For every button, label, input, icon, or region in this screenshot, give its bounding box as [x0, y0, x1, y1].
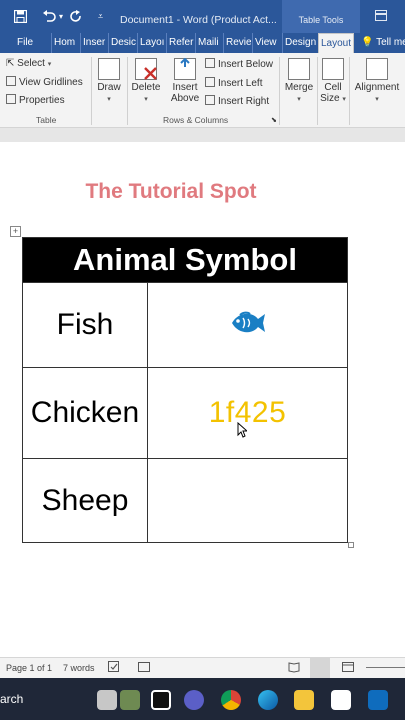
- gridlines-icon: [6, 76, 16, 86]
- properties-button[interactable]: Properties: [6, 93, 65, 109]
- symbol-cell[interactable]: [147, 282, 348, 368]
- chevron-down-icon: ▾: [47, 61, 52, 68]
- symbol-cell[interactable]: 1f425: [147, 367, 348, 459]
- taskbar-search-box[interactable]: arch: [0, 692, 23, 706]
- group-divider: [349, 57, 350, 125]
- delete-table-icon: [135, 58, 157, 80]
- page-count[interactable]: Page 1 of 1: [6, 663, 52, 673]
- chevron-down-icon: ▾: [144, 96, 148, 103]
- app-thumbnail-icon[interactable]: [97, 690, 117, 710]
- ruler-gap: [0, 128, 405, 142]
- chevron-down-icon: ▾: [107, 96, 111, 103]
- table-group-label: Table: [36, 115, 57, 125]
- edge-icon[interactable]: [258, 690, 278, 710]
- chevron-down-icon: ▾: [297, 96, 301, 103]
- ribbon: ⇱ Select ▾ View Gridlines Properties Tab…: [0, 53, 405, 128]
- insert-column-left-icon: [205, 77, 215, 87]
- tab-file[interactable]: File: [17, 33, 39, 53]
- document-heading: The Tutorial Spot: [85, 180, 257, 203]
- undo-dropdown-icon[interactable]: ▾: [59, 12, 63, 21]
- chrome-icon[interactable]: [221, 690, 241, 710]
- alignment-button[interactable]: Alignment ▾: [352, 58, 402, 104]
- tab-design-doc[interactable]: Desic: [108, 33, 136, 53]
- insert-above-button[interactable]: Insert Above: [168, 58, 202, 104]
- table-row: Sheep: [22, 458, 348, 543]
- delete-button[interactable]: Delete ▾: [129, 58, 163, 104]
- tab-view[interactable]: View: [252, 33, 281, 53]
- table-row: Chicken 1f425: [22, 367, 348, 459]
- alignment-icon: [366, 58, 388, 80]
- pencil-table-icon: [98, 58, 120, 80]
- animal-name-cell[interactable]: Chicken: [22, 367, 148, 459]
- windows-taskbar: arch: [0, 678, 405, 720]
- microsoft-store-icon[interactable]: [331, 690, 351, 710]
- animal-symbol-table[interactable]: Animal Symbol Fish Chicken 1f425 Sheep: [22, 237, 348, 543]
- teams-chat-icon[interactable]: [184, 690, 204, 710]
- print-layout-icon[interactable]: [310, 658, 330, 678]
- insert-below-button[interactable]: Insert Below: [205, 57, 273, 73]
- group-divider: [279, 57, 280, 125]
- undo-icon[interactable]: [42, 10, 56, 26]
- symbol-cell[interactable]: [147, 458, 348, 543]
- cell-size-button[interactable]: Cell Size ▾: [319, 58, 347, 104]
- tab-references[interactable]: Refer: [166, 33, 194, 53]
- web-layout-icon[interactable]: [342, 661, 354, 675]
- mouse-cursor-icon: [237, 422, 247, 438]
- mail-icon[interactable]: [368, 690, 388, 710]
- document-title: Document1 - Word (Product Act...: [120, 14, 277, 26]
- word-count[interactable]: 7 words: [63, 663, 95, 673]
- tell-me-label: Tell me: [376, 37, 405, 48]
- tab-review[interactable]: Revie: [223, 33, 251, 53]
- status-bar: Page 1 of 1 7 words: [0, 657, 405, 678]
- animal-name-cell[interactable]: Sheep: [22, 458, 148, 543]
- insert-right-button[interactable]: Insert Right: [205, 94, 269, 110]
- chevron-down-icon: ▾: [375, 96, 379, 103]
- read-mode-icon[interactable]: [288, 661, 300, 675]
- merge-button[interactable]: Merge ▾: [283, 58, 315, 104]
- insert-left-button[interactable]: Insert Left: [205, 76, 262, 92]
- ribbon-display-options-icon[interactable]: [375, 10, 387, 21]
- tab-home[interactable]: Hom: [51, 33, 79, 53]
- app-thumbnail-icon[interactable]: [120, 690, 140, 710]
- select-button[interactable]: ⇱ Select ▾: [6, 56, 51, 72]
- table-header[interactable]: Animal Symbol: [22, 237, 348, 283]
- properties-icon: [6, 94, 16, 104]
- group-divider: [317, 57, 318, 125]
- zoom-slider[interactable]: [366, 667, 405, 668]
- lightbulb-icon: 💡: [361, 37, 374, 48]
- tab-table-layout[interactable]: Layout: [318, 33, 354, 53]
- group-divider: [127, 57, 128, 125]
- tell-me-search[interactable]: 💡 Tell me: [361, 33, 405, 53]
- insert-row-below-icon: [205, 58, 215, 68]
- customize-quick-access-icon[interactable]: ⩡: [98, 11, 103, 22]
- table-resize-handle[interactable]: [348, 542, 354, 548]
- dialog-launcher-icon[interactable]: ⬊: [271, 116, 277, 126]
- cell-size-icon: [322, 58, 344, 80]
- chevron-down-icon: ▾: [342, 96, 346, 103]
- tab-insert[interactable]: Inser: [80, 33, 107, 53]
- insert-row-above-icon: [174, 58, 196, 80]
- table-move-handle-icon[interactable]: +: [10, 226, 21, 237]
- insert-column-right-icon: [205, 95, 215, 105]
- task-view-icon[interactable]: [151, 690, 171, 710]
- cursor-arrow-icon: ⇱: [6, 58, 15, 69]
- unicode-code-text: 1f425: [208, 396, 287, 429]
- table-row: Fish: [22, 282, 348, 368]
- save-icon[interactable]: [13, 9, 28, 26]
- tab-mailings[interactable]: Maili: [195, 33, 222, 53]
- proofing-icon[interactable]: [108, 661, 120, 675]
- fish-icon: [231, 311, 265, 332]
- tab-table-design[interactable]: Design: [282, 33, 317, 53]
- rows-columns-group-label: Rows & Columns: [163, 115, 229, 125]
- draw-button[interactable]: Draw ▾: [94, 58, 124, 104]
- group-divider: [91, 57, 92, 125]
- view-gridlines-button[interactable]: View Gridlines: [6, 75, 83, 91]
- file-explorer-icon[interactable]: [294, 690, 314, 710]
- redo-icon[interactable]: [70, 10, 83, 26]
- merge-cells-icon: [288, 58, 310, 80]
- ribbon-tabs: File Hom Inser Desic Layoı Refer Maili R…: [0, 33, 405, 53]
- animal-name-cell[interactable]: Fish: [22, 282, 148, 368]
- macro-recording-icon[interactable]: [138, 661, 150, 675]
- tab-layout-doc[interactable]: Layoı: [137, 33, 165, 53]
